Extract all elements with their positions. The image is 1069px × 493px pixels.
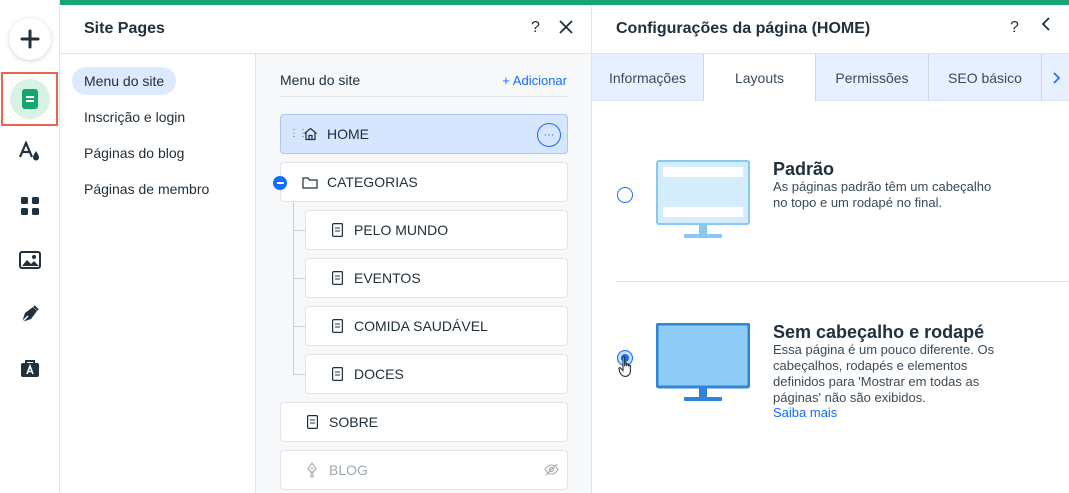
page-label: CATEGORIAS bbox=[327, 174, 418, 190]
settings-tabs: Informações Layouts Permissões SEO básic… bbox=[591, 54, 1069, 102]
pages-tree: Menu do site + Adicionar ⋮⋮ HOME ··· CAT… bbox=[256, 54, 591, 493]
site-pages-title: Site Pages bbox=[84, 20, 165, 37]
tab-seo-basico[interactable]: SEO básico bbox=[929, 54, 1042, 101]
page-icon bbox=[303, 413, 321, 431]
option-title: Padrão bbox=[773, 159, 835, 179]
page-icon bbox=[328, 365, 346, 383]
page-row-pelo-mundo[interactable]: PELO MUNDO bbox=[305, 210, 568, 250]
folder-icon bbox=[301, 173, 319, 191]
nav-item-blog-pages[interactable]: Páginas do blog bbox=[72, 139, 196, 167]
chevron-left-icon bbox=[1041, 17, 1050, 31]
add-page-label: Adicionar bbox=[512, 73, 567, 88]
page-icon bbox=[328, 317, 346, 335]
page-label: HOME bbox=[327, 126, 369, 142]
tree-connector bbox=[293, 202, 294, 374]
page-label: EVENTOS bbox=[354, 270, 421, 286]
page-label: DOCES bbox=[354, 366, 404, 382]
page-row-doces[interactable]: DOCES bbox=[305, 354, 568, 394]
add-page-button[interactable]: + Adicionar bbox=[502, 73, 567, 88]
blog-pen-icon bbox=[21, 305, 39, 323]
divider bbox=[616, 281, 1069, 282]
add-icon bbox=[20, 29, 40, 49]
option-title: Sem cabeçalho e rodapé bbox=[773, 322, 985, 342]
layout-radio-padrao[interactable] bbox=[617, 187, 633, 203]
page-label: COMIDA SAUDÁVEL bbox=[354, 318, 488, 334]
page-row-sobre[interactable]: SOBRE bbox=[280, 402, 568, 442]
back-button[interactable] bbox=[1041, 15, 1051, 38]
media-button[interactable] bbox=[8, 238, 52, 282]
business-icon bbox=[21, 360, 39, 377]
close-button[interactable] bbox=[559, 17, 573, 40]
layouts-panel: Padrão As páginas padrão têm um cabeçalh… bbox=[591, 101, 1069, 493]
more-actions-button[interactable]: ··· bbox=[537, 123, 561, 147]
blog-button[interactable] bbox=[8, 292, 52, 336]
learn-more-link[interactable]: Saiba mais bbox=[773, 405, 837, 420]
no-header-footer-monitor-icon bbox=[656, 323, 750, 401]
page-icon bbox=[328, 221, 346, 239]
page-icon bbox=[328, 269, 346, 287]
page-row-categorias[interactable]: CATEGORIAS bbox=[273, 162, 568, 202]
nav-item-signup-login[interactable]: Inscrição e login bbox=[72, 103, 197, 131]
tab-layouts[interactable]: Layouts bbox=[704, 54, 816, 102]
divider bbox=[280, 96, 568, 97]
standard-layout-monitor-icon bbox=[656, 160, 750, 238]
theme-button[interactable] bbox=[8, 130, 52, 174]
nav-item-member-pages[interactable]: Páginas de membro bbox=[72, 175, 221, 203]
business-button[interactable] bbox=[8, 346, 52, 390]
page-label: BLOG bbox=[329, 462, 368, 478]
page-settings-title: Configurações da página (HOME) bbox=[616, 20, 871, 37]
hidden-eye-icon[interactable] bbox=[544, 463, 559, 479]
chevron-right-icon bbox=[1053, 71, 1060, 84]
page-label: SOBRE bbox=[329, 414, 379, 430]
tab-permissoes[interactable]: Permissões bbox=[816, 54, 929, 101]
plus-icon: + bbox=[502, 73, 510, 88]
tabs-next-button[interactable] bbox=[1043, 54, 1069, 101]
pages-icon bbox=[21, 89, 38, 109]
theme-icon bbox=[18, 141, 39, 161]
page-row-blog[interactable]: BLOG bbox=[280, 450, 568, 490]
page-row-eventos[interactable]: EVENTOS bbox=[305, 258, 568, 298]
page-row-home[interactable]: ⋮⋮ HOME ··· bbox=[280, 114, 568, 154]
hand-cursor-icon bbox=[618, 356, 631, 377]
close-icon bbox=[559, 20, 573, 34]
page-label: PELO MUNDO bbox=[354, 222, 449, 238]
help-button[interactable]: ? bbox=[1010, 19, 1019, 37]
apps-icon bbox=[21, 197, 39, 215]
drag-handle-icon[interactable]: ⋮⋮ bbox=[289, 128, 308, 139]
apps-button[interactable] bbox=[8, 184, 52, 228]
site-pages-header: Site Pages ? bbox=[60, 5, 591, 54]
left-toolbar bbox=[0, 0, 60, 493]
tab-informacoes[interactable]: Informações bbox=[592, 54, 704, 101]
add-elements-button[interactable] bbox=[9, 18, 51, 60]
media-icon bbox=[19, 251, 41, 269]
option-description: As páginas padrão têm um cabeçalho no to… bbox=[773, 179, 992, 210]
site-pages-nav: Menu do site Inscrição e login Páginas d… bbox=[60, 54, 256, 493]
collapse-icon[interactable] bbox=[273, 176, 287, 190]
help-button[interactable]: ? bbox=[531, 19, 540, 37]
option-description: Essa página é um pouco diferente. Os cab… bbox=[773, 342, 995, 405]
tree-title: Menu do site bbox=[280, 72, 361, 88]
pages-menu-button[interactable] bbox=[1, 72, 58, 126]
nav-item-site-menu[interactable]: Menu do site bbox=[72, 67, 177, 95]
page-settings-header: Configurações da página (HOME) ? bbox=[591, 5, 1069, 54]
page-row-comida-saudavel[interactable]: COMIDA SAUDÁVEL bbox=[305, 306, 568, 346]
blog-pen-icon bbox=[303, 461, 321, 479]
